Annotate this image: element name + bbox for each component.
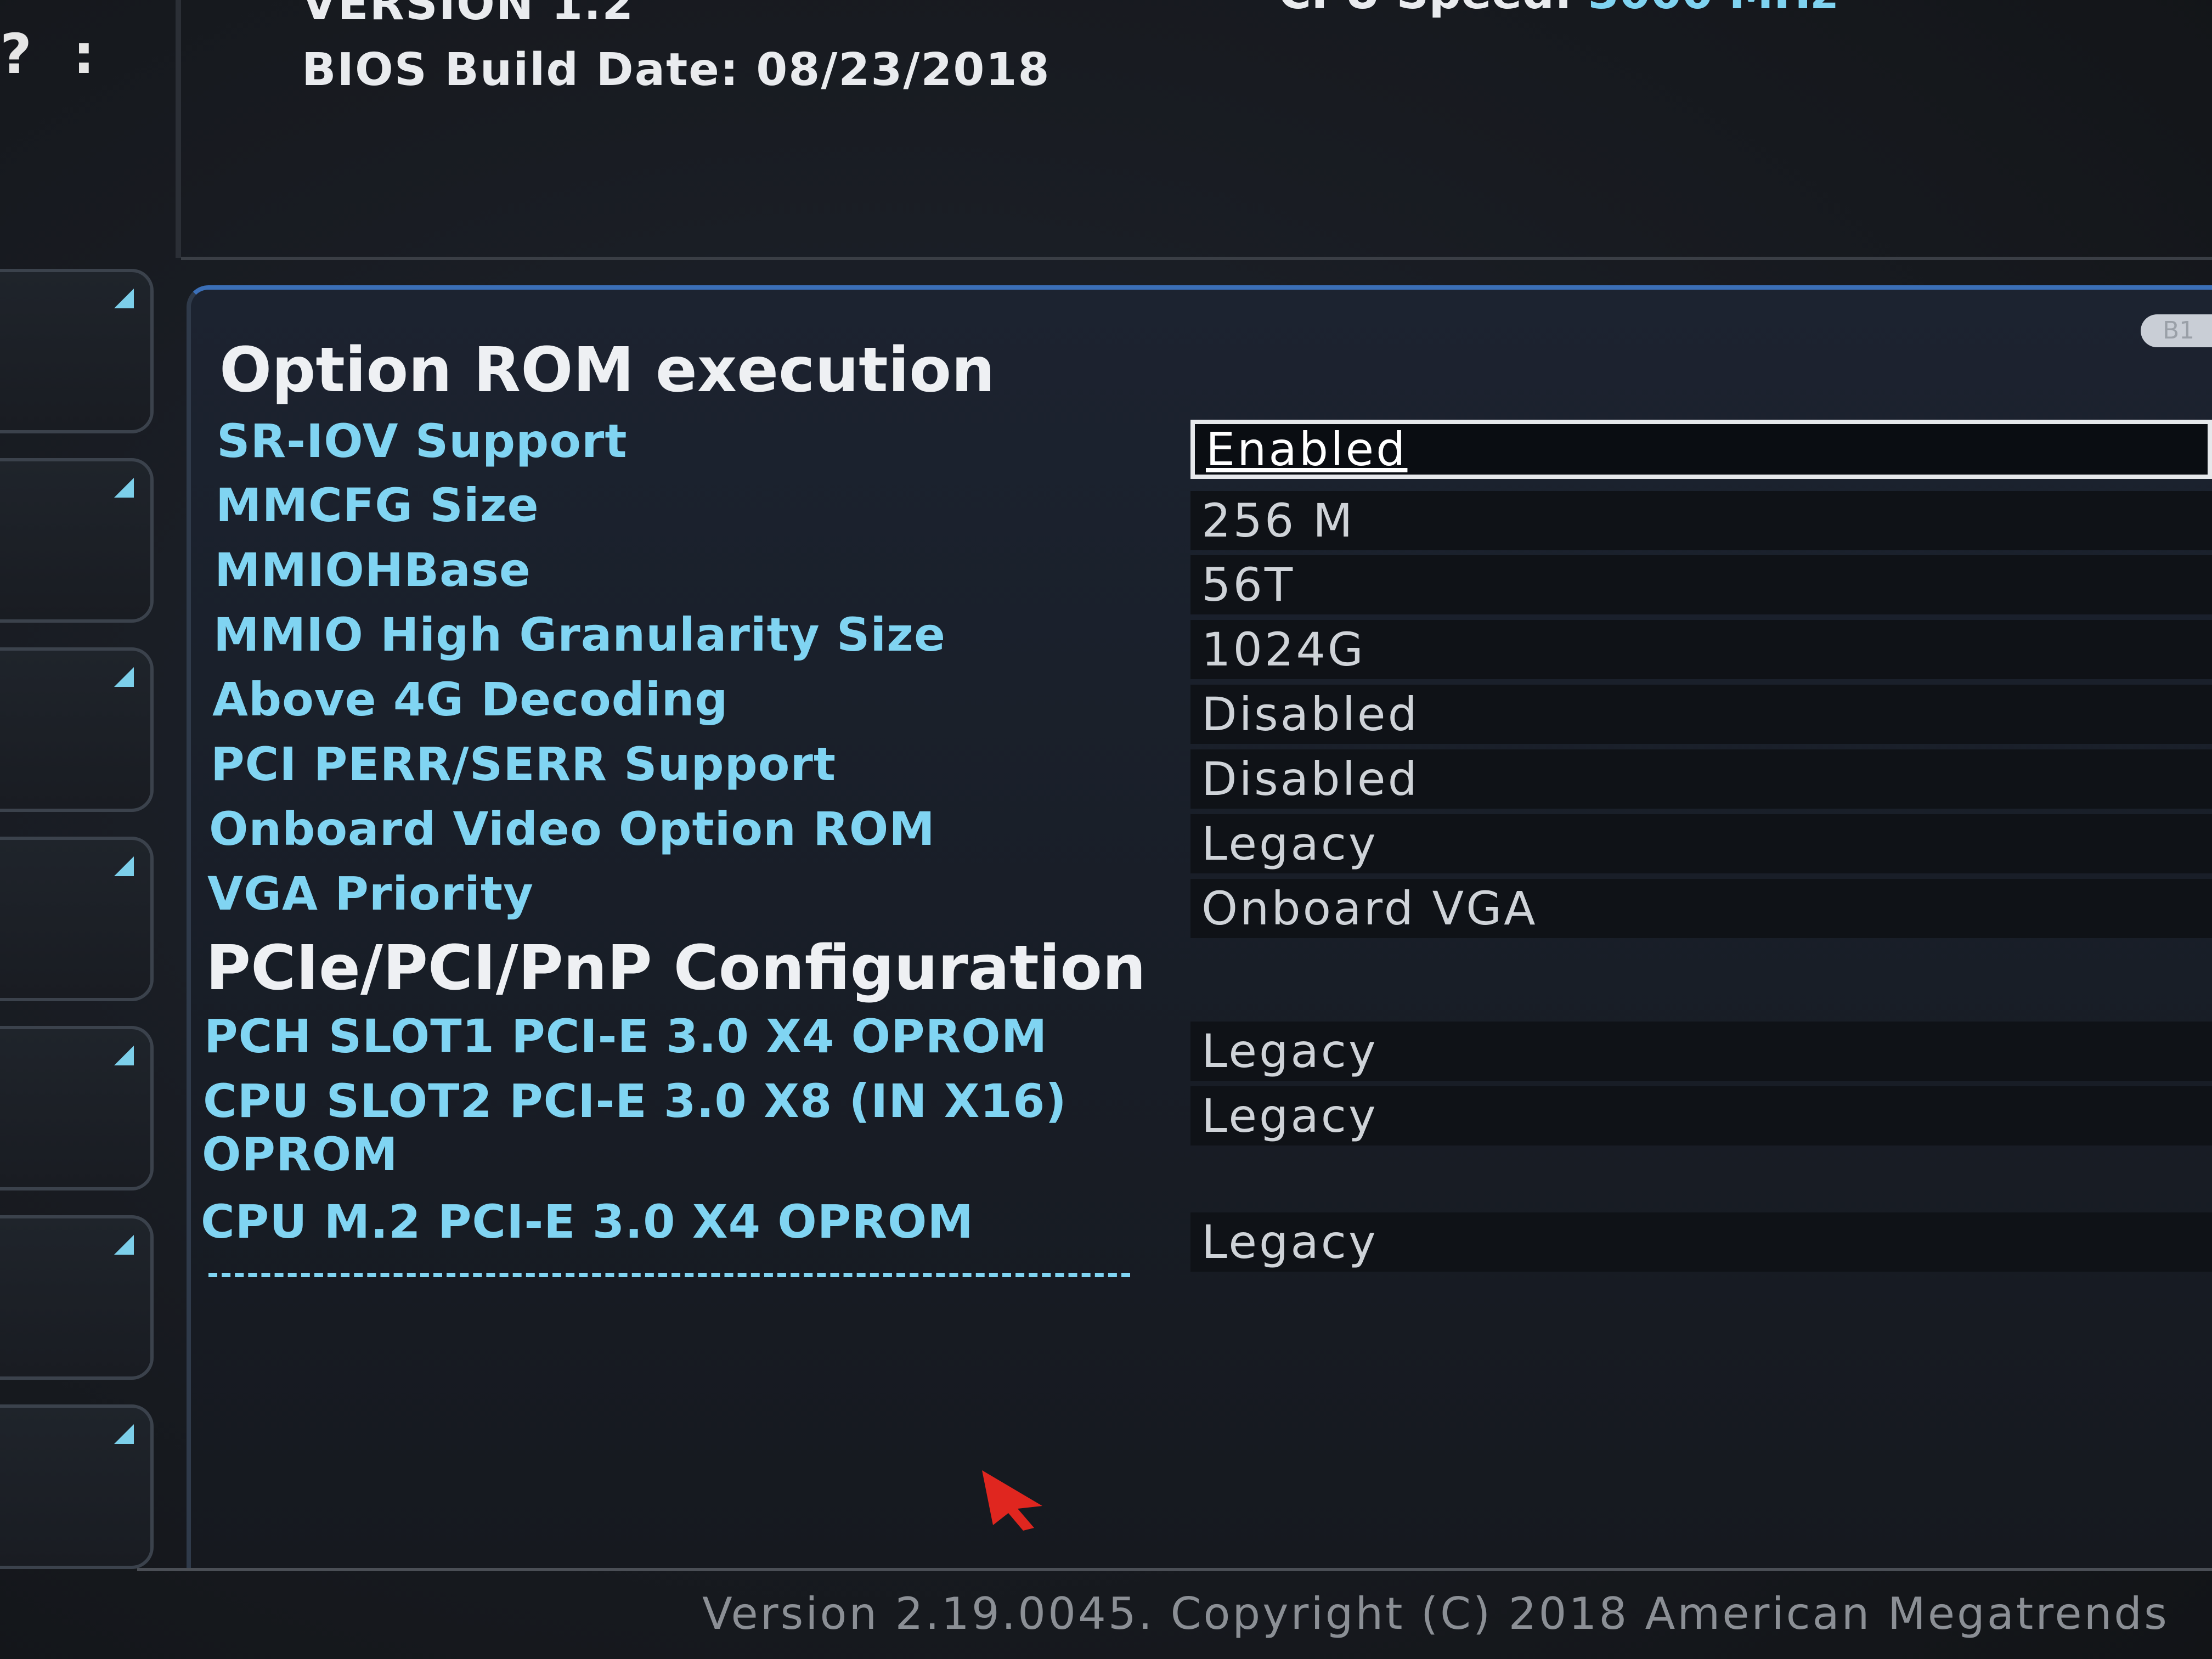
option-value-mmio-high-granularity[interactable]: 1024G bbox=[1190, 620, 2212, 679]
option-value-pch-slot1-oprom[interactable]: Legacy bbox=[1190, 1022, 2212, 1081]
nav-tab-5[interactable] bbox=[0, 1026, 154, 1190]
option-label-onboard-video-rom[interactable]: Onboard Video Option ROM bbox=[209, 802, 935, 856]
option-label-cpu-m2-oprom[interactable]: CPU M.2 PCI-E 3.0 X4 OPROM bbox=[201, 1195, 974, 1249]
tab-corner-icon bbox=[114, 667, 134, 687]
cpu-speed-value: 3000 MHz bbox=[1588, 0, 1837, 19]
option-value-above-4g-decoding[interactable]: Disabled bbox=[1190, 685, 2212, 744]
header-separator bbox=[176, 0, 181, 258]
header-divider bbox=[181, 257, 2212, 260]
option-label-vga-priority[interactable]: VGA Priority bbox=[207, 867, 534, 921]
bios-build-date: BIOS Build Date: 08/23/2018 bbox=[302, 44, 1051, 96]
tab-corner-icon bbox=[114, 1424, 134, 1444]
tab-corner-icon bbox=[114, 289, 134, 308]
footer-divider bbox=[137, 1568, 2212, 1571]
option-label-pci-perr-serr[interactable]: PCI PERR/SERR Support bbox=[211, 737, 836, 791]
nav-tab-3[interactable] bbox=[0, 647, 154, 812]
option-label-mmiohbase[interactable]: MMIOHBase bbox=[215, 543, 531, 597]
footer-copyright: Version 2.19.0045. Copyright (C) 2018 Am… bbox=[702, 1588, 2169, 1639]
option-value-cpu-m2-oprom[interactable]: Legacy bbox=[1190, 1212, 2212, 1272]
section-title-option-rom: Option ROM execution bbox=[219, 335, 995, 406]
section-title-pcie-config: PCIe/PCI/PnP Configuration bbox=[206, 933, 1146, 1004]
option-value-mmcfg-size[interactable]: 256 M bbox=[1190, 491, 2212, 550]
nav-tab-1[interactable] bbox=[0, 269, 154, 433]
tab-corner-icon bbox=[114, 478, 134, 498]
cpu-speed: CPU Speed: 3000 MHz bbox=[1278, 0, 1837, 19]
option-label-mmio-high-granularity[interactable]: MMIO High Granularity Size bbox=[213, 608, 946, 662]
nav-tab-6[interactable] bbox=[0, 1215, 154, 1380]
option-value-mmiohbase[interactable]: 56T bbox=[1190, 555, 2212, 614]
option-value-cpu-slot2-oprom[interactable]: Legacy bbox=[1190, 1086, 2212, 1146]
option-value-vga-priority[interactable]: Onboard VGA bbox=[1190, 879, 2212, 938]
option-label-above-4g-decoding[interactable]: Above 4G Decoding bbox=[212, 673, 729, 726]
option-label-pch-slot1-oprom[interactable]: PCH SLOT1 PCI-E 3.0 X4 OPROM bbox=[204, 1009, 1047, 1063]
mouse-cursor-icon bbox=[982, 1470, 1042, 1531]
nav-tab-2[interactable] bbox=[0, 458, 154, 623]
tab-corner-icon bbox=[114, 1046, 134, 1065]
option-label-cpu-slot2-oprom[interactable]: CPU SLOT2 PCI-E 3.0 X8 (IN X16) bbox=[203, 1074, 1067, 1128]
bios-version: VERSION 1.2 bbox=[302, 0, 635, 30]
header-corner-glyph: ? : bbox=[0, 22, 106, 86]
option-value-pci-perr-serr[interactable]: Disabled bbox=[1190, 749, 2212, 809]
tab-corner-icon bbox=[114, 1235, 134, 1255]
cpu-speed-label: CPU Speed: bbox=[1278, 0, 1572, 19]
option-value-onboard-video-rom[interactable]: Legacy bbox=[1190, 814, 2212, 873]
left-nav bbox=[0, 269, 159, 1575]
bios-screen: ? : VERSION 1.2 BIOS Build Date: 08/23/2… bbox=[0, 0, 2212, 1659]
panel-tag: B1 bbox=[2141, 314, 2212, 347]
option-label-sr-iov[interactable]: SR-IOV Support bbox=[217, 414, 628, 468]
option-label-mmcfg-size[interactable]: MMCFG Size bbox=[216, 478, 539, 532]
nav-tab-7[interactable] bbox=[0, 1404, 154, 1569]
tab-corner-icon bbox=[114, 856, 134, 876]
option-label-cpu-slot2-oprom-line2[interactable]: OPROM bbox=[202, 1127, 398, 1181]
option-value-sr-iov[interactable]: Enabled bbox=[1190, 420, 2212, 479]
bios-header: ? : VERSION 1.2 BIOS Build Date: 08/23/2… bbox=[0, 0, 2212, 260]
nav-tab-4[interactable] bbox=[0, 837, 154, 1001]
next-option-cutoff bbox=[208, 1273, 1130, 1277]
